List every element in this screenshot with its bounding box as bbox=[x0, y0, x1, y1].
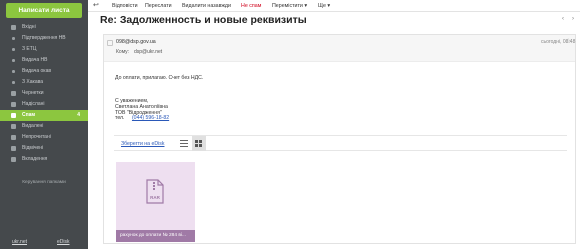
folder-unread[interactable]: Непрочитані bbox=[0, 132, 88, 143]
folder-label: Вхідні bbox=[22, 24, 36, 30]
next-message-icon[interactable]: › bbox=[572, 16, 574, 22]
sent-icon bbox=[11, 102, 16, 107]
folder-inbox[interactable]: Вхідні bbox=[0, 22, 88, 33]
subfolder-dot-icon bbox=[12, 37, 15, 40]
phone-label: тел. bbox=[115, 115, 125, 122]
grid-view-button[interactable] bbox=[192, 136, 206, 151]
subfolder-dot-icon bbox=[12, 70, 15, 73]
prev-message-icon[interactable]: ‹ bbox=[562, 16, 564, 22]
folder-trash[interactable]: Видалені bbox=[0, 121, 88, 132]
attachment-filename: рахунок до оплати № 284 ві... bbox=[116, 230, 195, 242]
recipient-address[interactable]: dsp@ukr.net bbox=[134, 49, 162, 55]
compose-button[interactable]: Написати листа bbox=[6, 3, 82, 18]
move-dropdown[interactable]: Перемістити ▾ bbox=[272, 0, 307, 12]
grid-view-icon bbox=[195, 140, 203, 147]
folder-label: Спам bbox=[22, 112, 36, 118]
back-arrow-icon[interactable]: ↩ bbox=[93, 2, 99, 10]
folder-label: Чернетки bbox=[22, 90, 44, 96]
folder-label: Непрочитані bbox=[22, 134, 51, 140]
forward-button[interactable]: Переслати bbox=[145, 0, 172, 12]
unread-count-badge: 4 bbox=[77, 112, 80, 118]
folder-label: З Хакава bbox=[22, 79, 43, 85]
recipient-label: Кому: bbox=[116, 49, 130, 55]
flagged-icon bbox=[11, 146, 16, 151]
drafts-icon bbox=[11, 91, 16, 96]
mail-app: Написати листа Вхідні Підтвердження НВ З… bbox=[0, 0, 580, 249]
folder-label: Видалені bbox=[22, 123, 44, 129]
message-toolbar: ↩ Відповісти Переслати Видалити назавжди… bbox=[88, 0, 580, 12]
attachments-bar: Зберегти на eDisk bbox=[114, 135, 567, 151]
folder-label: Вкладення bbox=[22, 156, 48, 162]
folder-attachments[interactable]: Вкладення bbox=[0, 154, 88, 165]
message-header: 098@dsp.gov.ua Кому: dsp@ukr.net сьогодн… bbox=[104, 35, 575, 62]
subfolder-dot-icon bbox=[12, 81, 15, 84]
folder-label: Надіслані bbox=[22, 101, 45, 107]
unread-icon bbox=[11, 135, 16, 140]
message-card: 098@dsp.gov.ua Кому: dsp@ukr.net сьогодн… bbox=[103, 34, 576, 244]
folder-sub-3[interactable]: Видача НВ bbox=[0, 55, 88, 66]
folder-list: Вхідні Підтвердження НВ З ЕТЦ Видача НВ … bbox=[0, 22, 88, 165]
manage-folders-link[interactable]: Керування папками bbox=[0, 180, 88, 185]
file-type-label: RAR bbox=[150, 195, 160, 200]
list-view-icon[interactable] bbox=[180, 140, 188, 148]
message-subject: Re: Задолженность и новые реквизиты bbox=[100, 14, 307, 26]
more-dropdown[interactable]: Ще ▾ bbox=[318, 0, 330, 12]
message-nav: ‹ › bbox=[554, 16, 574, 22]
folder-label: Видача окав bbox=[22, 68, 52, 74]
folder-sent[interactable]: Надіслані bbox=[0, 99, 88, 110]
reply-button[interactable]: Відповісти bbox=[112, 0, 138, 12]
folder-sub-2[interactable]: З ЕТЦ bbox=[0, 44, 88, 55]
inbox-icon bbox=[11, 25, 16, 30]
folder-sub-1[interactable]: Підтвердження НВ bbox=[0, 33, 88, 44]
folder-label: З ЕТЦ bbox=[22, 46, 37, 52]
not-spam-button[interactable]: Не спам bbox=[241, 0, 261, 12]
subfolder-dot-icon bbox=[12, 59, 15, 62]
attachment-thumbnail[interactable]: RAR рахунок до оплати № 284 ві... bbox=[116, 162, 195, 242]
save-to-edisk-link[interactable]: Зберегти на eDisk bbox=[121, 141, 164, 147]
message-body: До оплати, прилагаю. Счет без НДС. bbox=[115, 75, 204, 81]
folder-label: Відмічені bbox=[22, 145, 44, 151]
folder-spam[interactable]: Спам 4 bbox=[0, 110, 88, 121]
trash-icon bbox=[11, 124, 16, 129]
subfolder-dot-icon bbox=[12, 48, 15, 51]
signature: С уважением, Светлана Анатоліївна ТОВ "В… bbox=[115, 98, 169, 122]
attachments-icon bbox=[11, 157, 16, 162]
star-icon[interactable]: ☆ bbox=[565, 37, 571, 45]
phone-link[interactable]: (044) 596-18-82 bbox=[132, 115, 169, 121]
edisk-link[interactable]: eDisk bbox=[57, 239, 70, 245]
delete-forever-button[interactable]: Видалити назавжди bbox=[182, 0, 231, 12]
sender-address[interactable]: 098@dsp.gov.ua bbox=[116, 39, 156, 45]
folder-sub-4[interactable]: Видача окав bbox=[0, 66, 88, 77]
folder-label: Підтвердження НВ bbox=[22, 35, 66, 41]
sender-checkbox[interactable] bbox=[107, 40, 113, 46]
sidebar: Написати листа Вхідні Підтвердження НВ З… bbox=[0, 0, 88, 249]
folder-drafts[interactable]: Чернетки bbox=[0, 88, 88, 99]
archive-file-icon: RAR bbox=[146, 179, 164, 204]
folder-flagged[interactable]: Відмічені bbox=[0, 143, 88, 154]
ukrnet-link[interactable]: ukr.net bbox=[12, 239, 27, 245]
folder-label: Видача НВ bbox=[22, 57, 48, 63]
folder-sub-5[interactable]: З Хакава bbox=[0, 77, 88, 88]
signature-phone-row: тел. (044) 596-18-82 bbox=[115, 115, 169, 122]
spam-icon bbox=[11, 113, 16, 118]
